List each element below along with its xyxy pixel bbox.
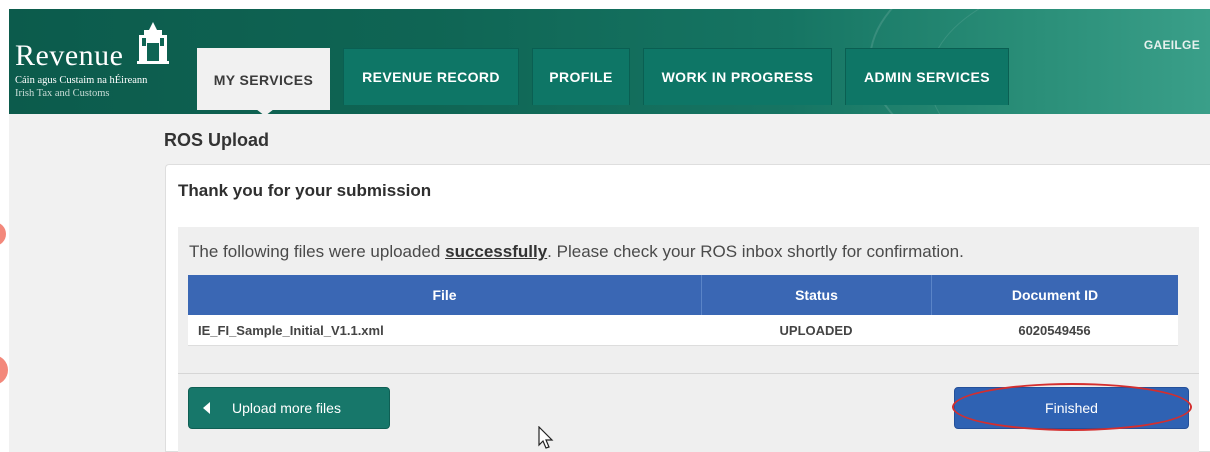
column-header-file: File [432, 287, 457, 303]
tab-work-in-progress[interactable]: WORK IN PROGRESS [643, 48, 832, 105]
panel-title: Thank you for your submission [178, 181, 432, 200]
section-divider [178, 373, 1199, 374]
column-header-document-id: Document ID [931, 275, 1178, 315]
upload-more-files-button[interactable]: Upload more files [188, 387, 390, 429]
files-table-header: File Status Document ID [188, 275, 1178, 315]
revenue-logo-text[interactable]: Revenue [15, 39, 123, 73]
table-row: IE_FI_Sample_Initial_V1.1.xml UPLOADED 6… [188, 315, 1178, 346]
page-title: ROS Upload [164, 130, 270, 150]
message-text-end: . Please check your ROS inbox shortly fo… [547, 242, 964, 261]
upload-success-message: The following files were uploaded succes… [189, 242, 964, 262]
message-text-start: The following files were uploaded [189, 242, 446, 261]
left-gutter [9, 114, 164, 452]
upload-more-files-label: Upload more files [232, 400, 341, 416]
file-name-cell: IE_FI_Sample_Initial_V1.1.xml [198, 322, 384, 338]
language-toggle-link[interactable]: GAEILGE [1144, 38, 1200, 52]
finished-button[interactable]: Finished [954, 387, 1189, 429]
status-cell: UPLOADED [779, 322, 853, 338]
finished-button-label: Finished [1045, 400, 1098, 416]
crest-logo-icon [137, 22, 169, 64]
column-header-status: Status [701, 275, 931, 315]
tab-revenue-record[interactable]: REVENUE RECORD [343, 48, 519, 105]
mouse-cursor-icon [538, 426, 554, 449]
tab-my-services[interactable]: MY SERVICES [197, 48, 330, 110]
document-id-cell: 6020549456 [1018, 322, 1091, 338]
brand-subtitle-english: Irish Tax and Customs [15, 88, 110, 99]
tab-admin-services[interactable]: ADMIN SERVICES [845, 48, 1009, 105]
tab-profile[interactable]: PROFILE [532, 48, 630, 105]
brand-subtitle-irish: Cáin agus Custaim na hÉireann [15, 75, 148, 86]
chevron-left-icon [203, 402, 210, 414]
message-success-emphasis: successfully [445, 242, 548, 261]
